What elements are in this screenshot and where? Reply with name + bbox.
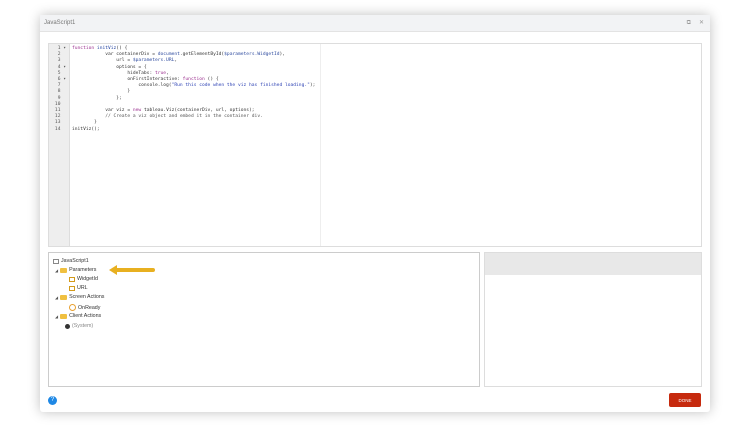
folder-icon [60,267,68,273]
tree-label: Client Actions [69,313,102,319]
tree-client-actions[interactable]: ◢ Client Actions [55,313,101,319]
done-button[interactable]: DONE [669,393,701,407]
tree-root[interactable]: JavaScript1 [53,258,89,264]
scope-tree: JavaScript1 ◢ Parameters WidgetId URL ◢ Sc… [48,252,480,387]
tree-screen-actions[interactable]: ◢ Screen Actions [55,294,104,300]
collapse-icon[interactable]: ◢ [55,314,58,319]
folder-icon [60,294,68,300]
module-icon [65,323,70,329]
tree-label: JavaScript1 [61,258,89,264]
help-icon[interactable]: ? [48,396,57,405]
event-icon [69,304,76,311]
popout-icon[interactable]: ⧉ [687,20,691,26]
tree-param-widgetid[interactable]: WidgetId [69,276,98,282]
tree-label: OnReady [78,304,101,311]
close-icon[interactable]: ✕ [699,20,704,26]
tree-parameters[interactable]: ◢ Parameters [55,267,96,273]
tree-label: (System) [72,323,94,329]
tree-label: WidgetId [77,276,98,282]
tree-label: Screen Actions [69,294,105,300]
arrow-annotation [115,268,155,272]
collapse-icon[interactable]: ◢ [55,268,58,273]
tree-label: URL [77,285,88,291]
tree-system[interactable]: (System) [65,323,93,329]
collapse-icon[interactable]: ◢ [55,295,58,300]
code-line[interactable]: 14 initViz(); [49,127,315,133]
input-parameter-icon [69,285,75,291]
code-content[interactable]: 1 ▾ function initViz() {2 var containerDi… [49,46,316,133]
line-number: 14 [54,126,66,132]
title-bar: JavaScript1 ⧉ ✕ [40,15,710,32]
dialog-title: JavaScript1 [44,20,76,26]
properties-header [485,253,701,275]
folder-icon [60,313,68,319]
javascript-icon [53,258,59,264]
properties-panel [484,252,702,387]
tree-label: Parameters [69,267,97,273]
javascript-dialog: JavaScript1 ⧉ ✕ 1 ▾ function initViz() {2 … [40,15,710,412]
input-parameter-icon [69,276,75,282]
tree-param-url[interactable]: URL [69,285,88,291]
tree-onready[interactable]: OnReady [69,304,100,311]
print-margin [320,44,321,246]
code-editor[interactable]: 1 ▾ function initViz() {2 var containerDi… [48,43,702,247]
